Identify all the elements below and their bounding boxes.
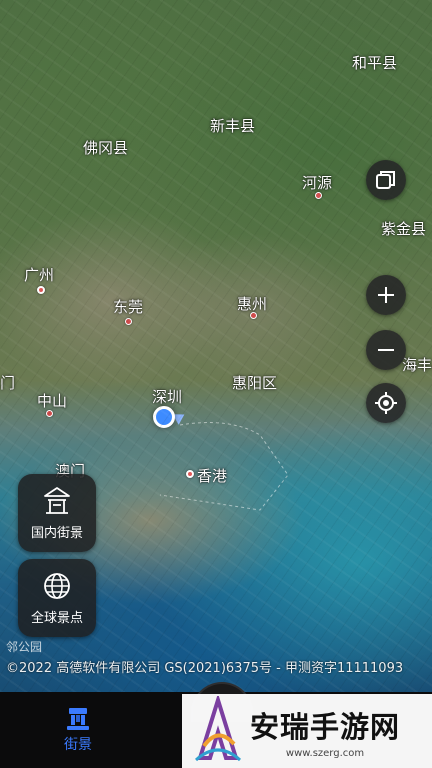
city-label-fogang: 佛冈县	[83, 139, 129, 157]
domestic-streetview-label: 国内街景	[30, 525, 83, 541]
city-label-guangzhou: 广州	[24, 266, 55, 284]
tab-streetview-label: 街景	[64, 737, 92, 753]
city-label-huiyang: 惠阳区	[232, 374, 278, 392]
pavilion-icon	[44, 486, 70, 514]
current-location-marker	[153, 406, 175, 428]
tab-streetview[interactable]: 街景	[50, 706, 106, 754]
zoom-in-button[interactable]	[366, 275, 406, 315]
locate-icon	[375, 392, 397, 414]
zoom-out-button[interactable]	[366, 330, 406, 370]
city-label-dongguan: 东莞	[113, 298, 144, 316]
watermark-title: 安瑞手游网	[250, 709, 401, 744]
layers-icon	[376, 171, 395, 189]
minus-icon	[378, 349, 394, 351]
city-label-haifeng-partial: 海丰县	[402, 356, 432, 374]
city-label-heping: 和平县	[352, 54, 398, 72]
global-attractions-button[interactable]: 全球景点	[18, 559, 96, 637]
watermark-logo-icon	[194, 696, 242, 762]
streetview-tab-icon	[67, 708, 89, 730]
city-label-heyuan: 河源	[302, 174, 333, 192]
city-label-shenzhen: 深圳	[152, 388, 183, 406]
city-dot-guangzhou	[37, 286, 45, 294]
city-dot-heyuan	[315, 192, 322, 199]
locate-me-button[interactable]	[366, 383, 406, 423]
domestic-streetview-button[interactable]: 国内街景	[18, 474, 96, 552]
globe-icon	[44, 572, 70, 599]
map-copyright: ©2022 高德软件有限公司 GS(2021)6375号 - 甲测资字11111…	[6, 661, 404, 676]
watermark-banner: 安瑞手游网 www.szerg.com	[182, 694, 432, 768]
plus-icon	[378, 287, 394, 303]
city-label-zhongshan: 中山	[37, 392, 68, 410]
city-label-zijin: 紫金县	[381, 220, 427, 238]
watermark-url: www.szerg.com	[285, 747, 365, 759]
map-label-partial: 邻公园	[6, 640, 43, 654]
city-dot-zhongshan	[46, 410, 53, 417]
city-dot-huizhou	[250, 312, 257, 319]
city-label-jiangmen-partial: 门	[0, 374, 16, 392]
city-label-xinfeng: 新丰县	[210, 117, 256, 135]
map-layers-button[interactable]	[366, 160, 406, 200]
hk-boundary-line	[159, 422, 289, 511]
city-dot-dongguan	[125, 318, 132, 325]
global-attractions-label: 全球景点	[30, 610, 83, 626]
city-label-huizhou: 惠州	[237, 295, 268, 313]
